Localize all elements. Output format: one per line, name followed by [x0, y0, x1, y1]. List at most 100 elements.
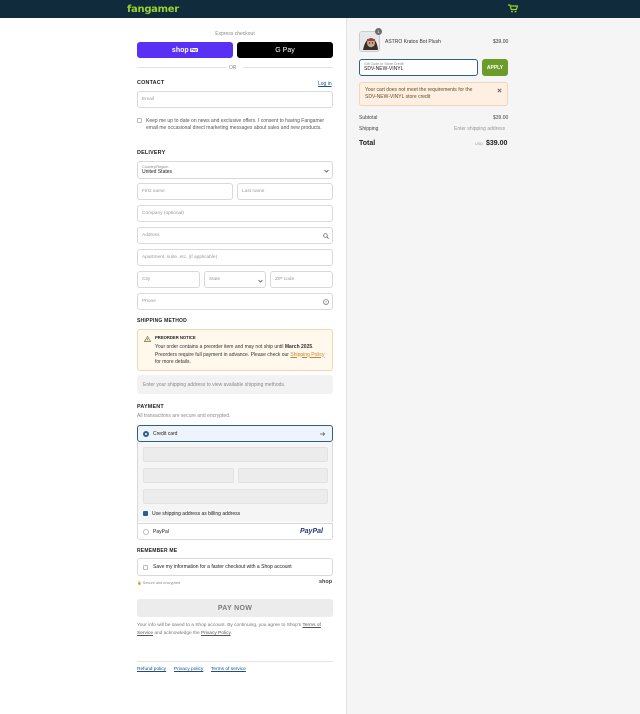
- city-placeholder: City: [142, 277, 151, 282]
- billing-same-label: Use shipping address as billing address: [152, 511, 241, 517]
- card-brand-icon: [320, 432, 326, 436]
- news-consent-checkbox[interactable]: [137, 118, 142, 123]
- company-field[interactable]: Company (optional): [137, 205, 333, 222]
- credit-card-form: Use shipping address as billing address: [137, 442, 333, 522]
- state-placeholder: State: [209, 277, 221, 282]
- delivery-heading: DELIVERY: [137, 150, 166, 156]
- item-price: $39.00: [493, 39, 509, 45]
- privacy-link[interactable]: Privacy Policy: [201, 631, 231, 636]
- apartment-placeholder: Apartment, suite, etc. (if applicable): [142, 255, 218, 260]
- legal-text-3: .: [230, 631, 232, 636]
- shipping-value: Enter shipping address: [454, 126, 506, 132]
- phone-field[interactable]: Phone ?: [137, 293, 333, 310]
- company-placeholder: Company (optional): [142, 211, 184, 216]
- plush-image: [360, 32, 379, 51]
- shop-logo: shop: [319, 579, 333, 585]
- shop-pay-button[interactable]: shop Pay: [137, 42, 233, 58]
- top-bar: fangamer: [0, 0, 640, 18]
- city-field[interactable]: City: [137, 271, 200, 288]
- fangamer-logo[interactable]: fangamer: [127, 4, 179, 15]
- zip-placeholder: ZIP code: [275, 277, 295, 282]
- first-name-placeholder: First name: [142, 189, 165, 194]
- item-name: ASTRO Kratos Bot Plush: [385, 39, 441, 45]
- terms-of-service-link[interactable]: Terms of service: [211, 667, 246, 672]
- card-number-field[interactable]: [143, 447, 328, 462]
- preorder-notice: PREORDER NOTICE Your order contains a pr…: [137, 329, 333, 371]
- legal-text-2: and acknowledge the: [154, 631, 200, 636]
- divider: [243, 67, 333, 68]
- currency-code: USD: [475, 142, 484, 146]
- apartment-field[interactable]: Apartment, suite, etc. (if applicable): [137, 249, 333, 266]
- name-on-card-field[interactable]: [143, 489, 328, 504]
- footer-divider: [137, 661, 333, 662]
- subtotal-label: Subtotal: [359, 115, 378, 121]
- state-select[interactable]: State: [204, 271, 266, 288]
- shipping-policy-link[interactable]: Shipping Policy: [290, 352, 324, 358]
- address-field[interactable]: Address: [137, 227, 333, 244]
- save-info-checkbox[interactable]: [143, 565, 148, 570]
- address-placeholder: Address: [142, 233, 160, 238]
- credit-card-radio[interactable]: [143, 431, 149, 437]
- paypal-radio[interactable]: [143, 529, 149, 535]
- login-link[interactable]: Log in: [318, 81, 332, 87]
- shop-pay-tag: Pay: [189, 48, 199, 52]
- privacy-policy-link[interactable]: Privacy policy: [174, 667, 203, 672]
- help-icon[interactable]: ?: [323, 299, 329, 305]
- subtotal-value: $39.00: [493, 115, 509, 121]
- shop-pay-label: shop: [171, 46, 189, 54]
- secure-text: Secure and encrypted: [142, 581, 180, 585]
- contact-heading: CONTACT: [137, 80, 165, 86]
- chevron-down-icon: [258, 279, 263, 283]
- save-info-option[interactable]: Save my information for a faster checkou…: [137, 558, 333, 576]
- news-consent-label: Keep me up to date on news and exclusive…: [146, 118, 325, 132]
- payment-subtitle: All transactions are secure and encrypte…: [137, 413, 231, 419]
- svg-text:?: ?: [325, 300, 327, 304]
- paypal-option[interactable]: PayPal PayPal: [137, 523, 333, 540]
- google-pay-label: G Pay: [275, 46, 295, 54]
- paypal-logo: PayPal: [300, 528, 323, 535]
- google-pay-button[interactable]: G Pay: [237, 42, 333, 58]
- country-value: United States: [142, 169, 173, 175]
- secure-encrypted-note: 🔒 Secure and encrypted: [137, 580, 180, 585]
- legal-text: Your info will be saved to a Shop accoun…: [137, 622, 333, 638]
- last-name-placeholder: Last name: [242, 189, 265, 194]
- gift-code-field[interactable]: Gift Code or Store Credit SDV-NEW-VINYL: [359, 59, 478, 76]
- save-info-label: Save my information for a faster checkou…: [153, 564, 292, 570]
- credit-card-option[interactable]: Credit card: [137, 425, 333, 442]
- apply-button[interactable]: APPLY: [482, 59, 508, 76]
- item-quantity-badge: 1: [375, 28, 382, 35]
- paypal-label: PayPal: [153, 529, 169, 535]
- remember-me-heading: REMEMBER ME: [137, 548, 178, 554]
- last-name-field[interactable]: Last name: [237, 183, 333, 200]
- legal-text-1: Your info will be saved to a Shop accoun…: [137, 623, 302, 628]
- total-label: Total: [359, 140, 376, 147]
- divider: [137, 67, 227, 68]
- warning-icon: [144, 336, 151, 342]
- shipping-method-heading: SHIPPING METHOD: [137, 318, 187, 324]
- zip-field[interactable]: ZIP code: [270, 271, 333, 288]
- pay-now-button[interactable]: PAY NOW: [137, 599, 333, 617]
- chevron-down-icon: [324, 169, 329, 173]
- order-summary-panel: [346, 18, 640, 714]
- notice-text-3: for more details.: [155, 359, 191, 365]
- shipping-methods-placeholder: Enter your shipping address to view avai…: [137, 375, 333, 394]
- country-select[interactable]: Country/Region United States: [137, 161, 333, 179]
- shipping-label: Shipping: [359, 126, 379, 132]
- billing-same-checkbox[interactable]: [143, 511, 148, 516]
- lock-icon: 🔒: [137, 581, 142, 585]
- cart-icon[interactable]: [508, 4, 518, 13]
- warning-text: Your cart does not meet the requirements…: [365, 87, 473, 100]
- gift-code-warning: Your cart does not meet the requirements…: [359, 82, 508, 106]
- refund-policy-link[interactable]: Refund policy: [137, 667, 166, 672]
- expiration-field[interactable]: [143, 468, 234, 483]
- express-checkout-title: Express checkout: [215, 31, 255, 37]
- close-icon[interactable]: [497, 88, 502, 93]
- notice-date: March 2025: [284, 344, 313, 350]
- credit-card-label: Credit card: [153, 431, 178, 437]
- email-field[interactable]: Email: [137, 91, 333, 108]
- payment-heading: PAYMENT: [137, 404, 164, 410]
- search-icon: [323, 233, 329, 239]
- phone-placeholder: Phone: [142, 299, 156, 304]
- security-code-field[interactable]: [238, 468, 328, 483]
- first-name-field[interactable]: First name: [137, 183, 233, 200]
